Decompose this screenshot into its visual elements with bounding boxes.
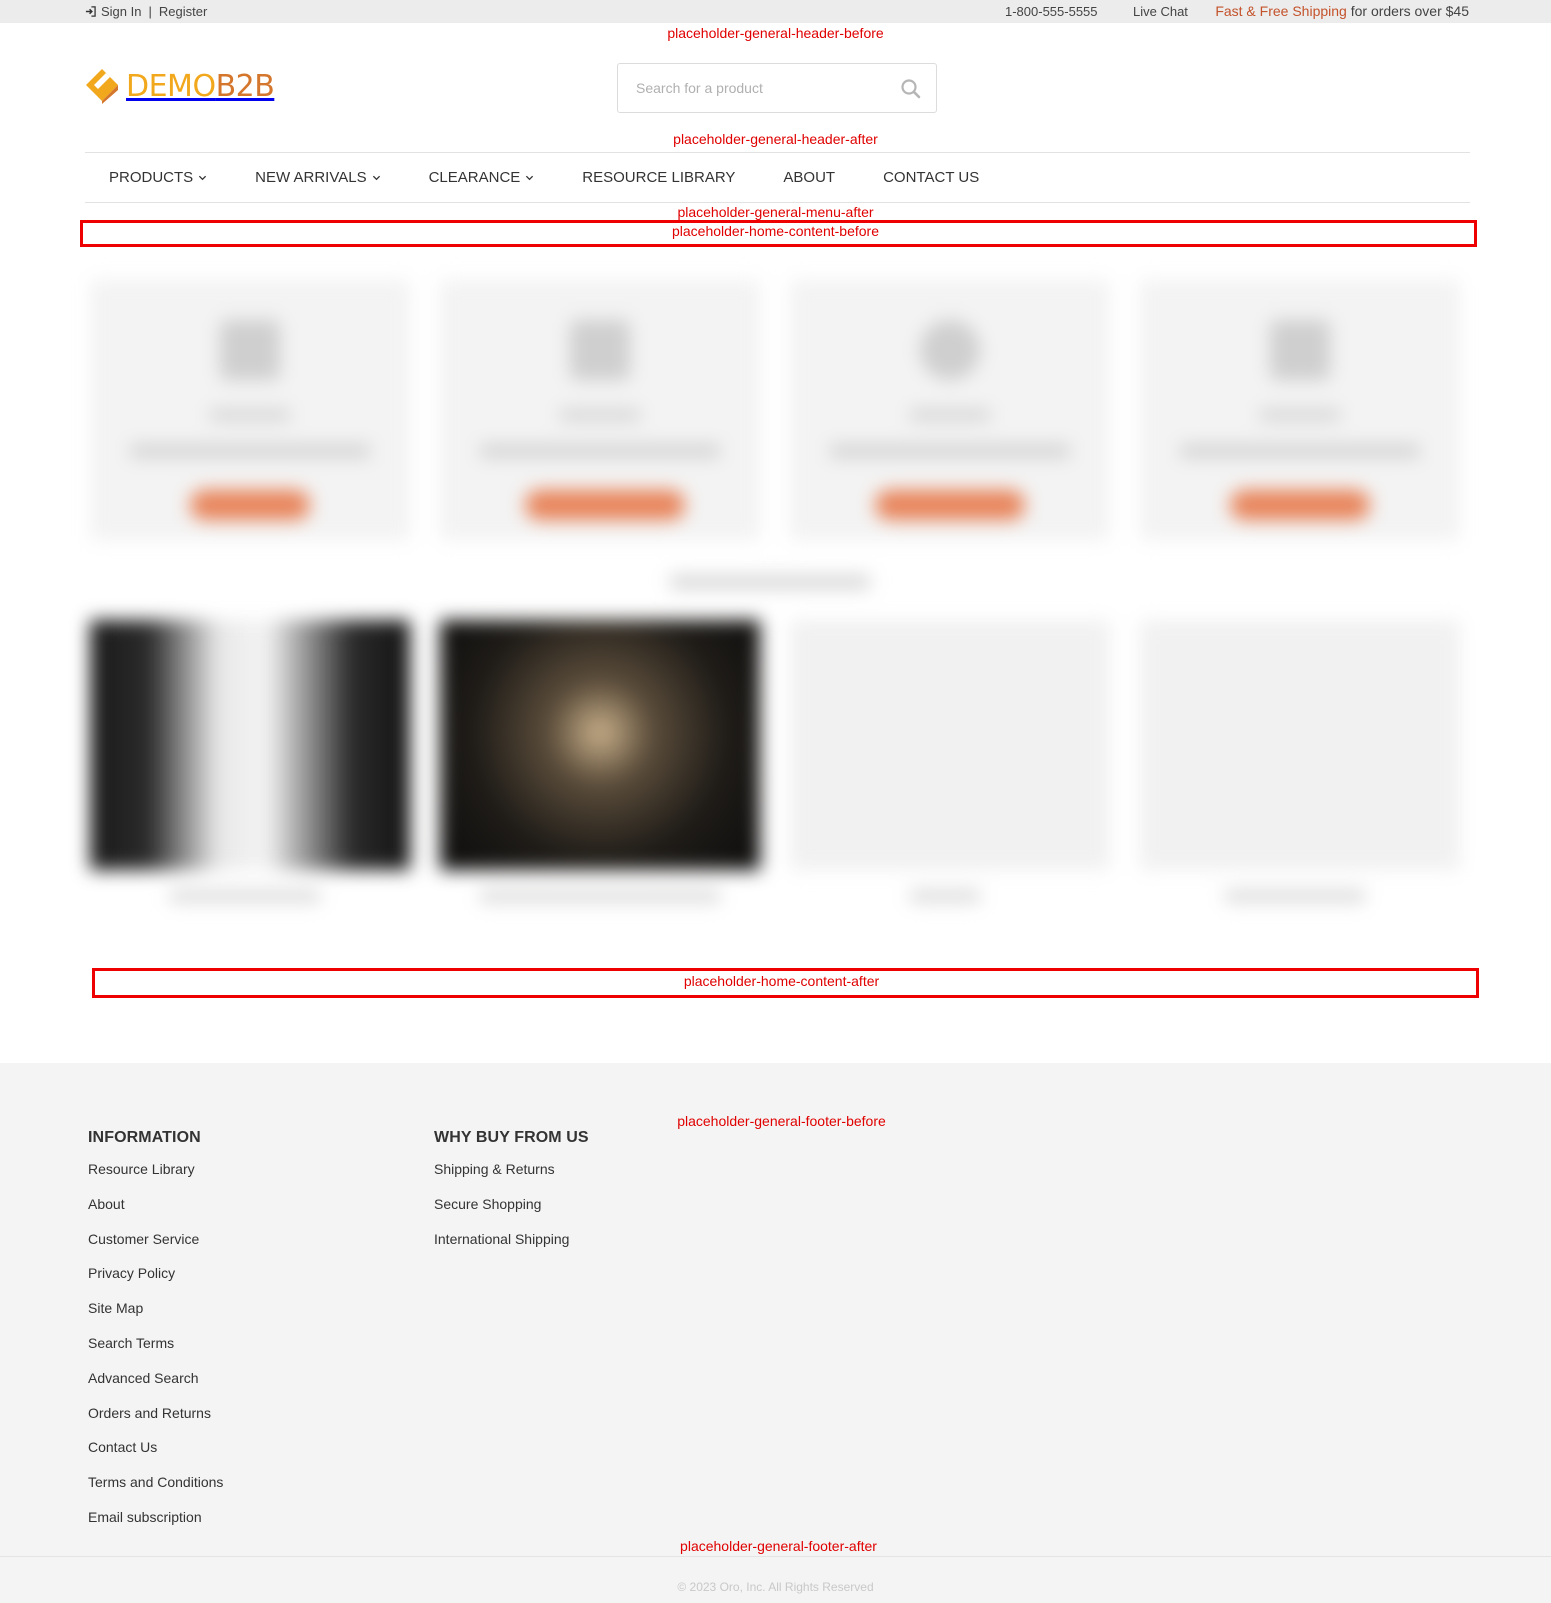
product-tile bbox=[790, 620, 1110, 902]
sign-in-link[interactable]: Sign In bbox=[101, 4, 141, 19]
top-bar: Sign In | Register 1-800-555-5555 Live C… bbox=[0, 0, 1551, 23]
footer-link[interactable]: Terms and Conditions bbox=[88, 1470, 223, 1505]
footer-link[interactable]: International Shipping bbox=[434, 1227, 589, 1262]
chevron-down-icon bbox=[199, 175, 207, 181]
account-links: Sign In | Register bbox=[85, 4, 207, 19]
menu-item-label: RESOURCE LIBRARY bbox=[582, 169, 736, 186]
footer-link[interactable]: Resource Library bbox=[88, 1157, 223, 1192]
placeholder-home-content-after: placeholder-home-content-after bbox=[683, 973, 880, 989]
product-tile bbox=[1140, 620, 1460, 902]
menu-item-resource-library[interactable]: RESOURCE LIBRARY bbox=[558, 153, 759, 202]
footer-information-title: INFORMATION bbox=[88, 1129, 201, 1146]
promo-card bbox=[1140, 280, 1460, 540]
main-menu: PRODUCTS NEW ARRIVALS CLEARANCE RESOURCE… bbox=[85, 153, 1470, 202]
search-icon[interactable] bbox=[900, 78, 922, 100]
placeholder-header-before: placeholder-general-header-before bbox=[667, 25, 884, 41]
footer-why-buy-column: WHY BUY FROM US Shipping & Returns Secur… bbox=[434, 1129, 589, 1261]
footer-link[interactable]: Privacy Policy bbox=[88, 1261, 223, 1296]
site-logo[interactable]: DEMOB2B bbox=[84, 68, 275, 104]
footer-link[interactable]: Secure Shopping bbox=[434, 1192, 589, 1227]
footer-link[interactable]: Email subscription bbox=[88, 1505, 223, 1540]
footer-link[interactable]: Shipping & Returns bbox=[434, 1157, 589, 1192]
product-tile bbox=[440, 620, 760, 902]
menu-item-about[interactable]: ABOUT bbox=[759, 153, 859, 202]
logo-mark-icon bbox=[86, 69, 118, 104]
live-chat-link[interactable]: Live Chat bbox=[1133, 4, 1188, 19]
menu-item-label: CONTACT US bbox=[883, 169, 980, 186]
search-input[interactable] bbox=[618, 64, 888, 112]
menu-item-new-arrivals[interactable]: NEW ARRIVALS bbox=[231, 153, 404, 202]
logo-text: DEMOB2B bbox=[126, 68, 275, 104]
logo-text-demo: DEMO bbox=[126, 68, 216, 104]
placeholder-home-content-before: placeholder-home-content-before bbox=[671, 223, 879, 239]
promo-card bbox=[440, 280, 760, 540]
menu-item-label: CLEARANCE bbox=[428, 169, 521, 186]
product-tile bbox=[90, 620, 410, 902]
sign-in-icon bbox=[85, 6, 96, 17]
account-separator: | bbox=[148, 4, 152, 19]
footer-link[interactable]: Advanced Search bbox=[88, 1366, 223, 1401]
shipping-promo-text: for orders over $45 bbox=[1346, 3, 1469, 19]
footer-divider bbox=[0, 1556, 1551, 1557]
footer-link[interactable]: Orders and Returns bbox=[88, 1401, 223, 1436]
site-footer: INFORMATION Resource Library About Custo… bbox=[0, 1063, 1551, 1603]
placeholder-footer-after: placeholder-general-footer-after bbox=[680, 1538, 877, 1554]
search-box bbox=[617, 63, 937, 113]
placeholder-header-after: placeholder-general-header-after bbox=[673, 131, 878, 147]
chevron-down-icon bbox=[526, 175, 534, 181]
promo-card bbox=[790, 280, 1110, 540]
menu-item-contact-us[interactable]: CONTACT US bbox=[859, 153, 1003, 202]
footer-link[interactable]: Search Terms bbox=[88, 1331, 223, 1366]
shipping-promo: Fast & Free Shipping for orders over $45 bbox=[1215, 3, 1469, 19]
copyright-text: © 2023 Oro, Inc. All Rights Reserved bbox=[677, 1580, 874, 1594]
menu-item-clearance[interactable]: CLEARANCE bbox=[405, 153, 559, 202]
placeholder-footer-before: placeholder-general-footer-before bbox=[677, 1113, 886, 1129]
section-heading bbox=[670, 575, 870, 589]
footer-link[interactable]: Contact Us bbox=[88, 1435, 223, 1470]
chevron-down-icon bbox=[372, 175, 380, 181]
footer-link[interactable]: Customer Service bbox=[88, 1227, 223, 1262]
promo-card bbox=[90, 280, 410, 540]
footer-information-column: INFORMATION Resource Library About Custo… bbox=[88, 1129, 223, 1540]
register-link[interactable]: Register bbox=[159, 4, 207, 19]
logo-text-b2b: B2B bbox=[215, 68, 275, 104]
menu-item-label: PRODUCTS bbox=[109, 169, 194, 186]
home-content-blurred bbox=[80, 260, 1480, 960]
menu-item-label: ABOUT bbox=[783, 169, 836, 186]
footer-link[interactable]: Site Map bbox=[88, 1296, 223, 1331]
menu-item-label: NEW ARRIVALS bbox=[255, 169, 367, 186]
shipping-promo-link[interactable]: Fast & Free Shipping bbox=[1215, 3, 1347, 19]
footer-link[interactable]: About bbox=[88, 1192, 223, 1227]
placeholder-menu-after: placeholder-general-menu-after bbox=[677, 204, 874, 220]
phone-link[interactable]: 1-800-555-5555 bbox=[1005, 4, 1098, 19]
footer-why-buy-title: WHY BUY FROM US bbox=[434, 1129, 589, 1146]
menu-item-products[interactable]: PRODUCTS bbox=[85, 153, 231, 202]
nav-bottom-divider bbox=[85, 202, 1470, 203]
